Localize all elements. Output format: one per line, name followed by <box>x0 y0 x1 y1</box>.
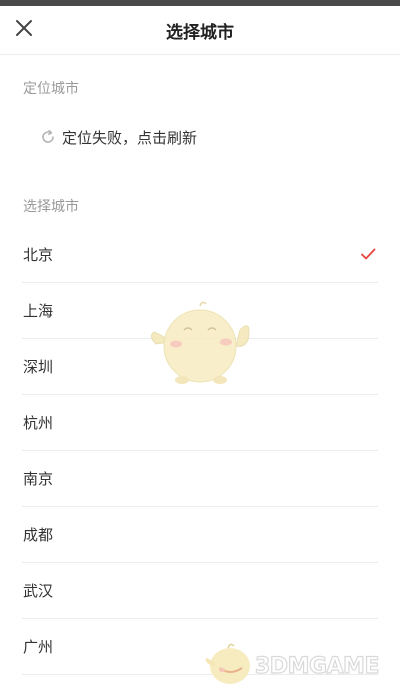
city-name: 成都 <box>23 526 54 544</box>
select-section-label: 选择城市 <box>23 199 79 215</box>
city-name: 深圳 <box>23 358 54 376</box>
city-item[interactable]: 北京 <box>22 227 378 283</box>
city-name: 武汉 <box>23 582 54 600</box>
location-status-text: 定位失败，点击刷新 <box>62 128 198 147</box>
city-name: 广州 <box>23 638 54 656</box>
check-icon <box>361 248 376 260</box>
watermark-chick-icon <box>205 643 250 684</box>
city-item[interactable]: 杭州 <box>22 395 378 451</box>
location-section-label: 定位城市 <box>23 81 79 97</box>
page-title: 选择城市 <box>166 23 234 43</box>
watermark-text: 3DMGAME <box>254 653 380 679</box>
site-watermark: 3DMGAME <box>200 636 396 688</box>
refresh-location-button[interactable]: 定位失败，点击刷新 <box>40 126 197 148</box>
city-item[interactable]: 成都 <box>22 507 378 563</box>
city-item[interactable]: 武汉 <box>22 563 378 619</box>
city-name: 杭州 <box>23 414 54 432</box>
city-list: 北京上海深圳杭州南京成都武汉广州 <box>0 227 400 675</box>
refresh-icon <box>42 129 54 143</box>
header-bar: 选择城市 <box>0 6 400 55</box>
city-name: 北京 <box>23 246 54 264</box>
city-name: 南京 <box>23 470 54 488</box>
city-select-page: 选择城市 定位城市 定位失败，点击刷新 选择城市 北京上海深圳杭州南京成都武汉广… <box>0 0 400 689</box>
city-name: 上海 <box>23 302 54 320</box>
mascot-watermark-image <box>150 301 250 384</box>
city-item[interactable]: 南京 <box>22 451 378 507</box>
